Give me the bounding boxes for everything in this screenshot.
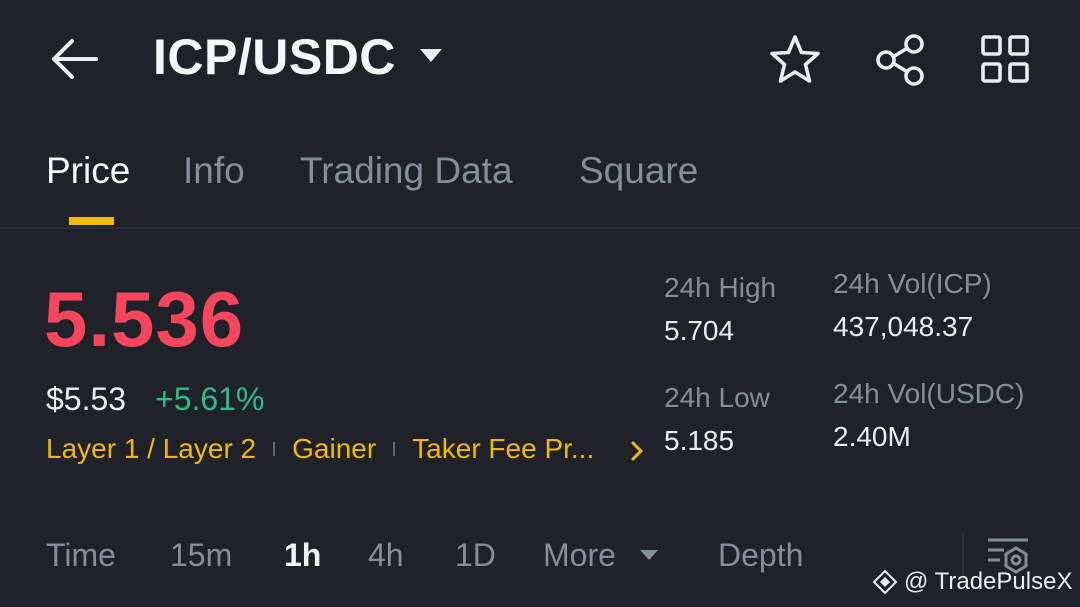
- tab-trading-data[interactable]: Trading Data: [300, 150, 513, 192]
- tag-layer[interactable]: Layer 1 / Layer 2: [46, 433, 256, 465]
- stat-high-label: 24h High: [664, 272, 777, 303]
- caret-down-icon[interactable]: [418, 46, 444, 66]
- diamond-logo-icon: [872, 569, 898, 595]
- share-icon[interactable]: [872, 32, 930, 88]
- fiat-price: $5.53: [46, 381, 127, 417]
- tab-square[interactable]: Square: [579, 150, 698, 192]
- interval-time[interactable]: Time: [46, 537, 116, 574]
- stat-vol-base-label: 24h Vol(ICP): [833, 268, 992, 299]
- watermark-text: @ TradePulseX: [904, 568, 1073, 595]
- star-favorite-icon[interactable]: [766, 32, 824, 88]
- chevron-right-icon[interactable]: [628, 438, 646, 464]
- tag-gainer[interactable]: Gainer: [292, 433, 376, 465]
- tags-row[interactable]: Layer 1 / Layer 2 Gainer Taker Fee Pr...: [46, 432, 594, 466]
- interval-1d[interactable]: 1D: [455, 537, 496, 574]
- tab-price[interactable]: Price: [46, 150, 130, 192]
- last-price: 5.536: [44, 275, 245, 363]
- caret-down-icon[interactable]: [639, 548, 659, 562]
- tag-taker-fee[interactable]: Taker Fee Pr...: [412, 433, 594, 465]
- tag-separator: [273, 442, 276, 456]
- stat-vol-quote-value: 2.40M: [833, 421, 911, 452]
- pair-title[interactable]: ICP/USDC: [153, 28, 396, 86]
- tabs-divider: [0, 227, 1080, 229]
- watermark: @ TradePulseX: [872, 566, 1072, 598]
- back-arrow-icon[interactable]: [46, 34, 102, 84]
- stat-low-label: 24h Low: [664, 382, 770, 413]
- price-change-percent: +5.61%: [155, 381, 265, 417]
- tab-info[interactable]: Info: [183, 150, 245, 192]
- interval-more[interactable]: More: [543, 537, 616, 574]
- interval-1h[interactable]: 1h: [284, 537, 321, 574]
- tag-separator: [393, 442, 396, 456]
- stat-vol-base-value: 437,048.37: [833, 311, 974, 342]
- stat-low-value: 5.185: [664, 425, 735, 456]
- interval-4h[interactable]: 4h: [368, 537, 404, 574]
- interval-15m[interactable]: 15m: [170, 537, 232, 574]
- grid-menu-icon[interactable]: [978, 32, 1032, 86]
- depth-tab[interactable]: Depth: [718, 537, 803, 574]
- stat-high-value: 5.704: [664, 315, 735, 346]
- stat-vol-quote-label: 24h Vol(USDC): [833, 378, 1025, 409]
- active-tab-indicator: [69, 217, 114, 225]
